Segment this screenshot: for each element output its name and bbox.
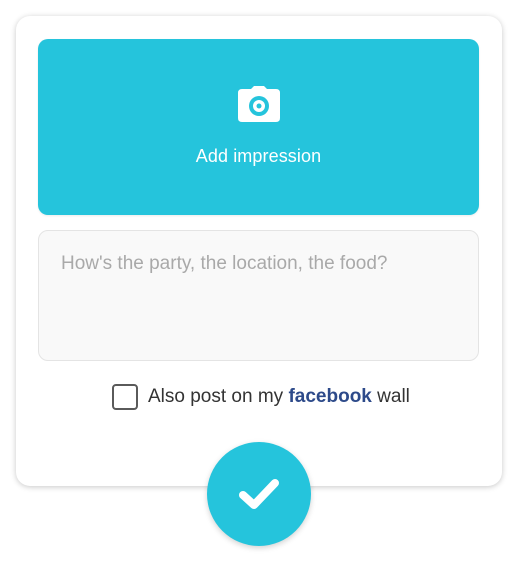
facebook-share-text-after: wall (377, 386, 410, 407)
add-impression-button[interactable]: Add impression (38, 39, 479, 215)
facebook-share-checkbox[interactable] (112, 384, 138, 410)
comment-input[interactable] (39, 231, 478, 360)
add-impression-label: Add impression (195, 146, 322, 166)
facebook-share-label: Also post on my facebook wall (148, 386, 410, 408)
facebook-brand: facebook (288, 386, 372, 407)
impression-card: Add impression Also post on my facebook … (16, 16, 502, 486)
camera-icon (238, 86, 280, 122)
confirm-button[interactable] (207, 442, 311, 546)
facebook-share-text-before: Also post on my (148, 386, 284, 407)
comment-field[interactable] (38, 230, 479, 361)
check-icon (239, 479, 279, 509)
facebook-share-row[interactable]: Also post on my facebook wall (112, 382, 410, 412)
